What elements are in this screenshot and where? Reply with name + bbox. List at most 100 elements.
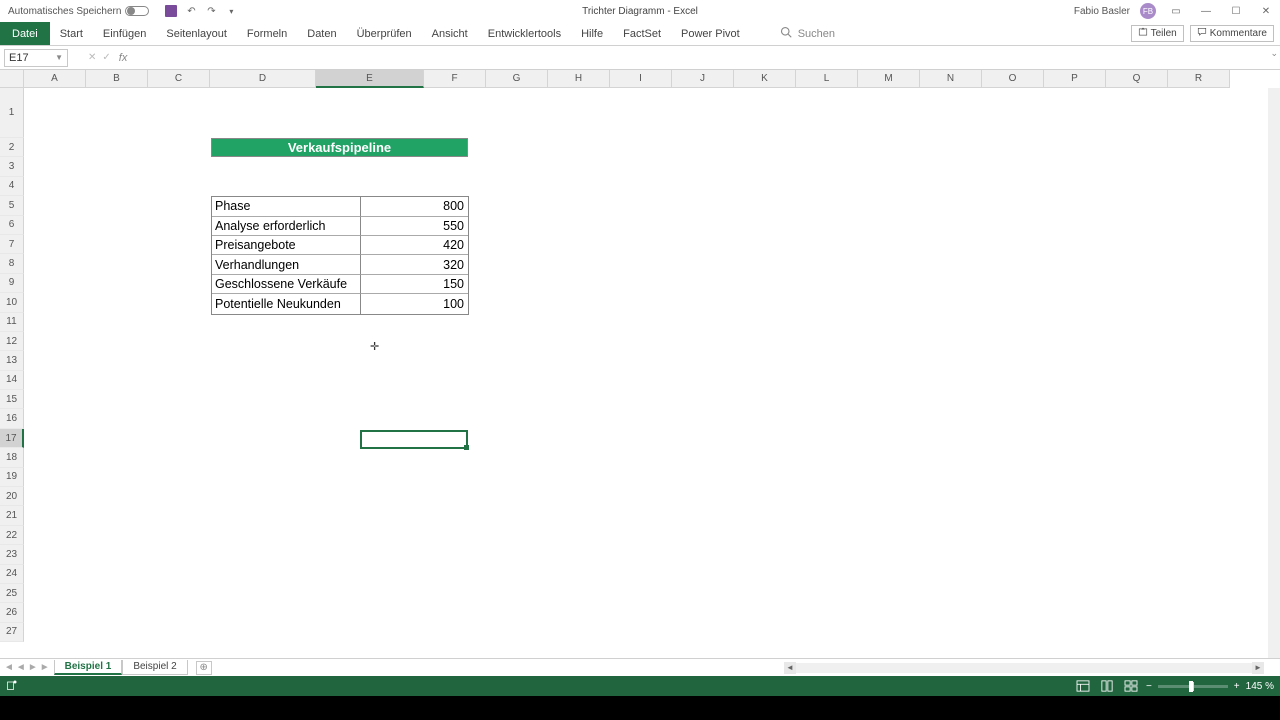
ribbon-display-icon[interactable]: ▭ [1166, 3, 1186, 19]
close-icon[interactable]: ✕ [1256, 3, 1276, 19]
table-cell-label[interactable]: Phase [212, 197, 361, 216]
zoom-out-icon[interactable]: − [1146, 681, 1152, 692]
save-icon[interactable] [165, 5, 177, 17]
row-header[interactable]: 7 [0, 235, 24, 254]
formula-input[interactable] [133, 49, 1280, 67]
table-cell-value[interactable]: 100 [361, 294, 468, 313]
column-header[interactable]: G [486, 70, 548, 88]
select-all-button[interactable] [0, 70, 24, 88]
column-header[interactable]: J [672, 70, 734, 88]
zoom-slider[interactable] [1158, 685, 1228, 688]
scroll-left-icon[interactable]: ◄ [784, 662, 796, 674]
row-header[interactable]: 23 [0, 545, 24, 564]
horizontal-scrollbar[interactable]: ◄ ► [784, 662, 1264, 674]
row-header[interactable]: 18 [0, 448, 24, 467]
sheet-tab[interactable]: Beispiel 2 [122, 660, 187, 675]
sheet-nav-arrow[interactable]: ◄ [4, 662, 14, 673]
maximize-icon[interactable]: ☐ [1226, 3, 1246, 19]
tab-einfügen[interactable]: Einfügen [93, 28, 156, 40]
zoom-level[interactable]: 145 % [1246, 681, 1274, 692]
tab-überprüfen[interactable]: Überprüfen [347, 28, 422, 40]
row-header[interactable]: 5 [0, 196, 24, 215]
normal-view-icon[interactable] [1074, 679, 1092, 693]
row-header[interactable]: 3 [0, 157, 24, 176]
tab-factset[interactable]: FactSet [613, 28, 671, 40]
row-header[interactable]: 4 [0, 177, 24, 196]
column-header[interactable]: L [796, 70, 858, 88]
row-header[interactable]: 8 [0, 254, 24, 273]
table-cell-value[interactable]: 550 [361, 217, 468, 236]
row-header[interactable]: 20 [0, 487, 24, 506]
autosave-toggle[interactable]: Automatisches Speichern [8, 6, 149, 17]
tab-entwicklertools[interactable]: Entwicklertools [478, 28, 571, 40]
column-header[interactable]: F [424, 70, 486, 88]
toggle-switch-icon[interactable] [125, 6, 149, 16]
comments-button[interactable]: Kommentare [1190, 25, 1274, 42]
sheet-nav-arrow[interactable]: ► [28, 662, 38, 673]
row-header[interactable]: 14 [0, 371, 24, 390]
minimize-icon[interactable]: — [1196, 3, 1216, 19]
column-header[interactable]: P [1044, 70, 1106, 88]
row-header[interactable]: 9 [0, 274, 24, 293]
column-header[interactable]: Q [1106, 70, 1168, 88]
scroll-right-icon[interactable]: ► [1252, 662, 1264, 674]
qat-dropdown-icon[interactable]: ▾ [225, 5, 237, 17]
table-cell-value[interactable]: 420 [361, 236, 468, 255]
column-header[interactable]: O [982, 70, 1044, 88]
row-header[interactable]: 10 [0, 293, 24, 312]
share-button[interactable]: Teilen [1131, 25, 1184, 42]
user-avatar[interactable]: FB [1140, 3, 1156, 19]
table-row[interactable]: Analyse erforderlich550 [212, 217, 468, 236]
column-header[interactable]: B [86, 70, 148, 88]
tab-start[interactable]: Start [50, 28, 93, 40]
row-header[interactable]: 17 [0, 429, 24, 448]
column-header[interactable]: K [734, 70, 796, 88]
column-header[interactable]: D [210, 70, 316, 88]
table-cell-label[interactable]: Verhandlungen [212, 255, 361, 274]
tab-ansicht[interactable]: Ansicht [422, 28, 478, 40]
search-box[interactable]: Suchen [780, 26, 835, 41]
undo-icon[interactable]: ↶ [185, 5, 197, 17]
data-table[interactable]: Phase800Analyse erforderlich550Preisange… [211, 196, 469, 314]
column-header[interactable]: C [148, 70, 210, 88]
table-row[interactable]: Phase800 [212, 197, 468, 216]
column-header[interactable]: A [24, 70, 86, 88]
row-header[interactable]: 25 [0, 584, 24, 603]
row-header[interactable]: 15 [0, 390, 24, 409]
spreadsheet-grid[interactable]: ABCDEFGHIJKLMNOPQR 123456789101112131415… [0, 70, 1280, 658]
table-cell-label[interactable]: Preisangebote [212, 236, 361, 255]
table-row[interactable]: Geschlossene Verkäufe150 [212, 275, 468, 294]
sheet-tab[interactable]: Beispiel 1 [54, 660, 123, 675]
sheet-nav-arrow[interactable]: ◄ [16, 662, 26, 673]
column-header[interactable]: M [858, 70, 920, 88]
record-macro-icon[interactable] [6, 679, 18, 694]
tab-power pivot[interactable]: Power Pivot [671, 28, 750, 40]
tab-file[interactable]: Datei [0, 22, 50, 45]
column-header[interactable]: I [610, 70, 672, 88]
column-header[interactable]: H [548, 70, 610, 88]
page-break-view-icon[interactable] [1122, 679, 1140, 693]
namebox-dropdown-icon[interactable]: ▼ [55, 53, 63, 62]
tab-daten[interactable]: Daten [297, 28, 346, 40]
column-header[interactable]: N [920, 70, 982, 88]
row-header[interactable]: 26 [0, 603, 24, 622]
add-sheet-button[interactable]: ⊕ [196, 661, 212, 675]
row-header[interactable]: 12 [0, 332, 24, 351]
table-cell-value[interactable]: 320 [361, 255, 468, 274]
sheet-nav-arrow[interactable]: ► [40, 662, 50, 673]
vertical-scrollbar[interactable] [1268, 88, 1280, 658]
redo-icon[interactable]: ↷ [205, 5, 217, 17]
active-cell[interactable] [360, 430, 468, 449]
fx-icon[interactable]: fx [119, 52, 128, 64]
formula-collapse-icon[interactable]: ⌄ [1270, 48, 1278, 59]
row-header[interactable]: 16 [0, 409, 24, 428]
tab-seitenlayout[interactable]: Seitenlayout [156, 28, 237, 40]
table-cell-value[interactable]: 800 [361, 197, 468, 216]
table-row[interactable]: Preisangebote420 [212, 236, 468, 255]
row-header[interactable]: 6 [0, 216, 24, 235]
name-box[interactable]: E17 ▼ [4, 49, 68, 67]
zoom-in-icon[interactable]: + [1234, 681, 1240, 692]
column-header[interactable]: R [1168, 70, 1230, 88]
row-header[interactable]: 21 [0, 506, 24, 525]
row-header[interactable]: 13 [0, 351, 24, 370]
